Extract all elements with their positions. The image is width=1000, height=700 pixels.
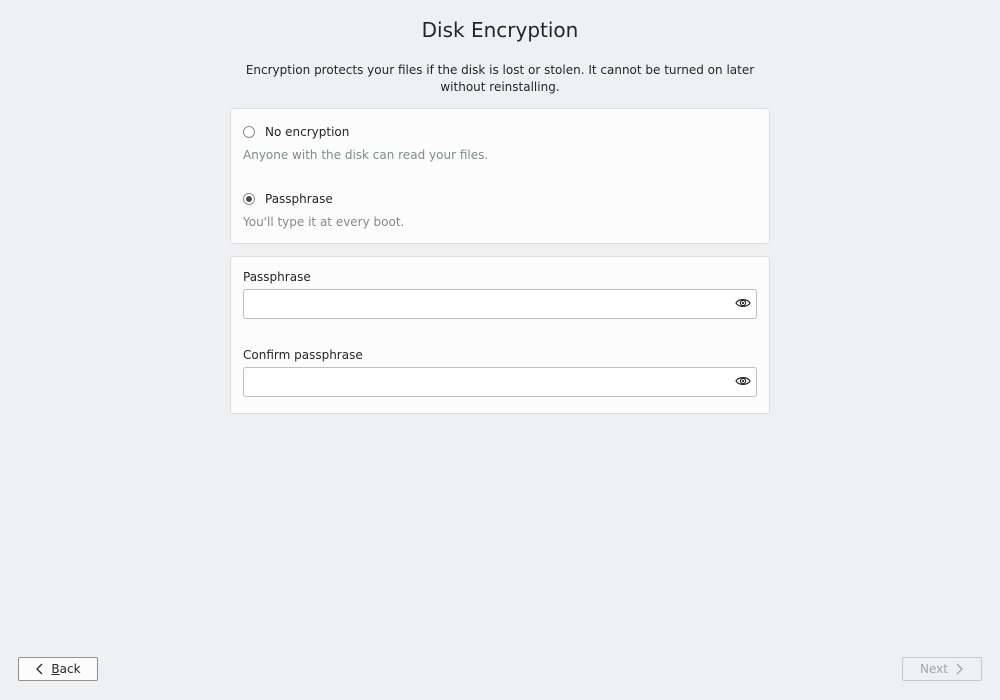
chevron-right-icon	[956, 663, 963, 675]
encryption-options-card: No encryption Anyone with the disk can r…	[230, 108, 770, 244]
passphrase-option-label: Passphrase	[265, 192, 333, 206]
no-encryption-hint: Anyone with the disk can read your files…	[243, 148, 489, 162]
passphrase-input[interactable]	[244, 290, 724, 316]
page-title: Disk Encryption	[421, 18, 579, 42]
next-button-label: Next	[920, 662, 948, 676]
passphrase-field-label: Passphrase	[243, 270, 311, 284]
passphrase-option-hint: You'll type it at every boot.	[243, 215, 405, 229]
passphrase-fields-card: Passphrase Confirm passphrase	[230, 256, 770, 414]
confirm-passphrase-input[interactable]	[244, 368, 724, 394]
eye-icon[interactable]	[735, 296, 751, 310]
radio-no-encryption[interactable]: No encryption	[243, 125, 349, 139]
passphrase-input-box	[243, 289, 757, 319]
chevron-left-icon	[36, 663, 43, 675]
passphrase-radio[interactable]	[243, 193, 255, 205]
next-button[interactable]: Next	[902, 657, 982, 681]
no-encryption-label: No encryption	[265, 125, 350, 139]
page-description: Encryption protects your files if the di…	[245, 63, 755, 94]
eye-icon[interactable]	[735, 374, 751, 388]
no-encryption-radio[interactable]	[243, 126, 255, 138]
radio-passphrase[interactable]: Passphrase	[243, 192, 333, 206]
back-button[interactable]: Back	[18, 657, 98, 681]
back-button-label: Back	[51, 662, 81, 676]
confirm-input-box	[243, 367, 757, 397]
confirm-field-label: Confirm passphrase	[243, 348, 363, 362]
